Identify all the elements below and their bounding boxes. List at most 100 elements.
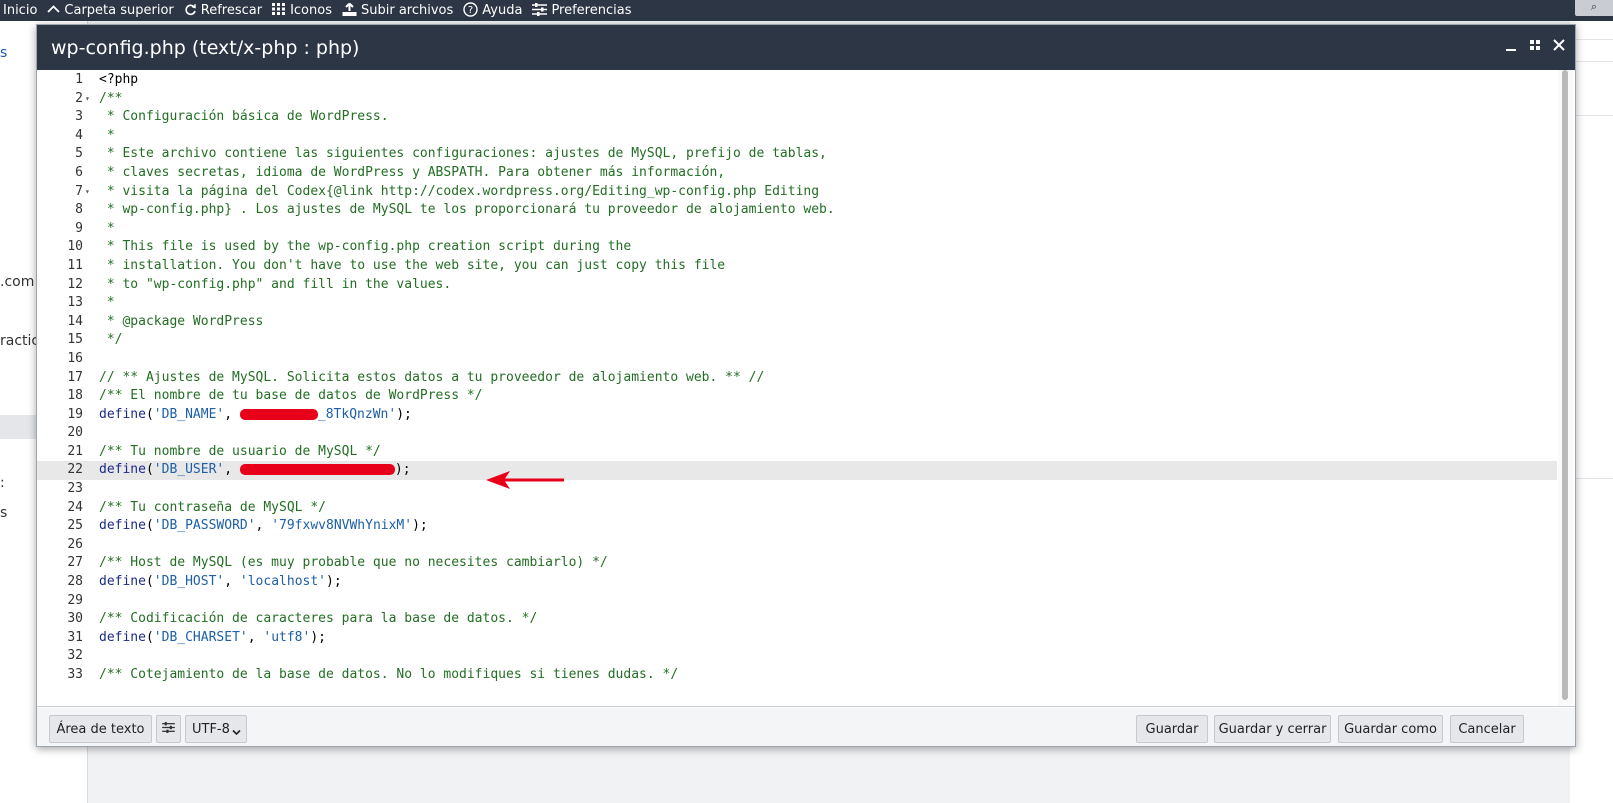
code-line[interactable]: 14 * @package WordPress [37,313,1557,332]
line-number: 10 [67,239,83,255]
line-number: 5 [75,146,83,162]
code-text: * This file is used by the wp-config.php… [99,239,632,255]
code-text: /** [99,90,123,106]
line-number: 31 [67,629,83,645]
sliders-icon [162,721,175,737]
code-line[interactable]: 31 define('DB_CHARSET', 'utf8'); [37,629,1557,648]
code-line[interactable]: 22 define('DB_USER', ); [37,461,1557,481]
line-number: 29 [67,592,83,608]
fold-toggle-icon[interactable]: ▾ [85,90,90,109]
code-line[interactable]: 18 /** El nombre de tu base de datos de W… [37,387,1557,406]
tree-item-fragment[interactable]: ractic [0,333,39,349]
editor-settings-button[interactable] [156,715,181,743]
vertical-scrollbar[interactable] [1558,70,1573,706]
code-text: * installation. You don't have to use th… [99,257,726,273]
code-line[interactable]: 33 /** Cotejamiento de la base de datos. … [37,666,1557,685]
code-line[interactable]: 19 define('DB_NAME', _8TkQnzWn'); [37,406,1557,425]
toolbar-icons[interactable]: Iconos [272,0,342,21]
code-line[interactable]: 7 ▾ * visita la página del Codex{@link ht… [37,183,1557,202]
toolbar-refresh[interactable]: Refrescar [184,0,272,21]
toolbar-help[interactable]: ? Ayuda [463,0,532,21]
code-line[interactable]: 5 * Este archivo contiene las siguientes… [37,145,1557,164]
cancel-button[interactable]: Cancelar [1450,715,1524,743]
code-text: * claves secretas, idioma de WordPress y… [99,164,726,180]
code-line[interactable]: 3 * Configuración básica de WordPress. [37,108,1557,127]
code-text: /** Tu nombre de usuario de MySQL */ [99,443,381,459]
maximize-icon[interactable] [1529,38,1541,56]
code-text: * Configuración básica de WordPress. [99,109,389,125]
code-editor[interactable]: 1 <?php 2 ▾/** 3 * Configuración básica de W… [37,70,1575,707]
save-button[interactable]: Guardar [1136,715,1208,743]
line-number: 14 [67,313,83,329]
line-number: 21 [67,443,83,459]
toolbar-upload-label: Subir archivos [360,3,454,18]
line-number: 22 [67,462,83,478]
code-line[interactable]: 13 * [37,294,1557,313]
red-arrow-annotation [486,471,564,489]
code-line[interactable]: 8 * wp-config.php} . Los ajustes de MySQ… [37,201,1557,220]
line-number: 20 [67,425,83,441]
fold-toggle-icon[interactable]: ▾ [85,183,90,202]
save-as-button[interactable]: Guardar como [1338,715,1443,743]
define-key: 'DB_PASSWORD' [153,518,256,534]
code-line[interactable]: 21 /** Tu nombre de usuario de MySQL */ [37,443,1557,462]
code-line[interactable]: 28 define('DB_HOST', 'localhost'); [37,573,1557,592]
textarea-mode-button[interactable]: Área de texto [49,715,152,743]
scrollbar-thumb[interactable] [1562,70,1568,700]
line-number: 18 [67,388,83,404]
code-lines[interactable]: 1 <?php 2 ▾/** 3 * Configuración básica de W… [37,70,1557,685]
search-icon[interactable]: ⌕ [1575,0,1613,16]
tree-fragment: : [0,475,5,491]
code-line[interactable]: 30 /** Codificación de caracteres para la… [37,610,1557,629]
define-key: 'DB_NAME' [153,406,225,422]
code-text: define('DB_HOST', 'localhost'); [99,574,342,590]
code-line[interactable]: 2 ▾ /** [37,90,1557,109]
line-number: 30 [67,611,83,627]
toolbar-home[interactable]: Inicio [0,0,47,21]
code-line[interactable]: 16 [37,350,1557,369]
minimize-icon[interactable] [1505,38,1517,56]
code-line[interactable]: 1 <?php [37,71,1557,90]
line-number: 13 [67,295,83,311]
line-number: 11 [67,257,83,273]
code-line[interactable]: 27 /** Host de MySQL (es muy probable que… [37,554,1557,573]
toolbar-parent-folder[interactable]: Carpeta superior [47,0,183,21]
code-line[interactable]: 29 [37,592,1557,611]
code-line[interactable]: 12 * to "wp-config.php" and fill in the … [37,276,1557,295]
toolbar-preferences[interactable]: Preferencias [532,0,641,21]
line-number: 7 [75,183,83,199]
code-text: define('DB_USER', ); [99,462,411,478]
code-line[interactable]: 25 define('DB_PASSWORD', '79fxwv8NVWhYnix… [37,517,1557,536]
code-text: define('DB_NAME', _8TkQnzWn'); [99,406,412,422]
code-line[interactable]: 26 [37,536,1557,555]
code-text: /** Cotejamiento de la base de datos. No… [99,667,679,682]
code-line[interactable]: 32 [37,647,1557,666]
tree-fragment: s [0,505,8,521]
code-line[interactable]: 11 * installation. You don't have to use… [37,257,1557,276]
code-line[interactable]: 4 * [37,127,1557,146]
toolbar-icons-label: Iconos [290,3,332,18]
dialog-titlebar[interactable]: wp-config.php (text/x-php : php) [37,25,1575,70]
code-text: * @package WordPress [99,313,264,329]
define-key: 'DB_HOST' [153,574,225,590]
dialog-footer: Área de texto UTF-8 Guardar Guardar y ce… [37,708,1575,746]
code-line[interactable]: 23 [37,480,1557,499]
code-text: * wp-config.php} . Los ajustes de MySQL … [99,202,835,218]
tree-item-fragment[interactable]: .com [0,274,34,290]
toolbar-upload[interactable]: Subir archivos [342,0,463,21]
code-line[interactable]: 24 /** Tu contraseña de MySQL */ [37,499,1557,518]
code-line[interactable]: 17 // ** Ajustes de MySQL. Solicita estos… [37,369,1557,388]
tree-fragment: s [0,45,8,61]
encoding-select[interactable]: UTF-8 [185,715,247,743]
close-icon[interactable] [1553,38,1565,56]
tree-selected-row[interactable] [0,415,36,439]
save-and-close-button[interactable]: Guardar y cerrar [1214,715,1331,743]
code-line[interactable]: 6 * claves secretas, idioma de WordPress… [37,164,1557,183]
redaction-mark [239,464,395,476]
code-line[interactable]: 10 * This file is used by the wp-config.… [37,238,1557,257]
code-line[interactable]: 9 * [37,220,1557,239]
code-text: /** Codificación de caracteres para la b… [99,611,538,627]
chevron-down-icon [232,725,241,740]
code-line[interactable]: 15 */ [37,331,1557,350]
code-line[interactable]: 20 [37,424,1557,443]
